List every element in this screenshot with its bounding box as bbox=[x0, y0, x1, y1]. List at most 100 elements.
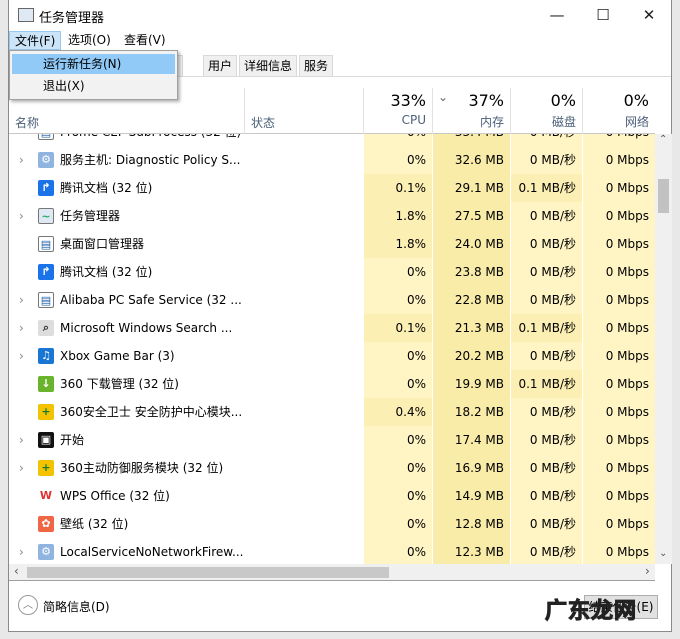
process-row[interactable]: › +360主动防御服务模块 (32 位) 0% 16.9 MB 0 MB/秒 0 Mbp… bbox=[9, 454, 655, 482]
tab-details[interactable]: 详细信息 bbox=[239, 55, 298, 77]
scroll-right-icon[interactable]: › bbox=[645, 564, 650, 578]
file-menu-dropdown: 运行新任务(N) 退出(X) bbox=[9, 50, 178, 100]
scroll-up-icon[interactable]: ⌃ bbox=[659, 134, 667, 145]
gear-icon: ⚙ bbox=[38, 544, 54, 560]
cpu-cell: 0% bbox=[363, 426, 432, 454]
cpu-cell: 1.8% bbox=[363, 202, 432, 230]
vertical-scroll-thumb[interactable] bbox=[658, 179, 669, 213]
process-row[interactable]: ✿ 壁纸 (32 位) 0% 12.8 MB 0 MB/秒 0 Mbps bbox=[9, 510, 655, 538]
fewer-details-link[interactable]: 简略信息(D) bbox=[43, 598, 110, 615]
expand-chevron-icon[interactable]: › bbox=[19, 342, 24, 370]
scroll-left-icon[interactable]: ‹ bbox=[14, 564, 19, 578]
process-row[interactable]: W WPS Office (32 位) 0% 14.9 MB 0 MB/秒 0 Mbps bbox=[9, 482, 655, 510]
process-row[interactable]: ↱ 腾讯文档 (32 位) 0.1% 29.1 MB 0.1 MB/秒 0 Mbps bbox=[9, 174, 655, 202]
vertical-scrollbar[interactable]: ⌃ ⌄ bbox=[655, 134, 672, 564]
cpu-label: CPU bbox=[401, 113, 426, 127]
taskmgr-icon: ~ bbox=[38, 208, 54, 224]
process-name: 360主动防御服务模块 (32 位) bbox=[60, 461, 224, 475]
net-cell: 0 Mbps bbox=[582, 370, 655, 398]
dl360-icon: ↓ bbox=[38, 376, 54, 392]
app-icon: ▤ bbox=[38, 236, 54, 252]
menu-view[interactable]: 查看(V) bbox=[119, 31, 171, 50]
status-cell bbox=[244, 482, 363, 510]
expand-chevron-icon[interactable]: › bbox=[19, 286, 24, 314]
mem-cell: 19.9 MB bbox=[432, 370, 510, 398]
scroll-down-icon[interactable]: ⌄ bbox=[659, 548, 667, 559]
task-manager-icon bbox=[18, 8, 34, 22]
menu-bar: 文件(F) 选项(O) 查看(V) bbox=[9, 30, 671, 50]
horizontal-scroll-thumb[interactable] bbox=[27, 567, 389, 578]
status-cell bbox=[244, 538, 363, 564]
search-icon: ⌕ bbox=[38, 320, 54, 336]
column-status[interactable]: 状态 bbox=[244, 88, 363, 134]
process-row[interactable]: › ▣ 开始 0% 17.4 MB 0 MB/秒 0 Mbps bbox=[9, 426, 655, 454]
process-row[interactable]: ↱ 腾讯文档 (32 位) 0% 23.8 MB 0 MB/秒 0 Mbps bbox=[9, 258, 655, 286]
process-name: 开始 bbox=[60, 433, 85, 447]
net-cell: 0 Mbps bbox=[582, 174, 655, 202]
status-cell bbox=[244, 314, 363, 342]
mem-cell: 17.4 MB bbox=[432, 426, 510, 454]
disk-cell: 0 MB/秒 bbox=[510, 482, 582, 510]
process-row[interactable]: ▤Prome CEF SubProcess (32 位)0%33.4 MB0 M… bbox=[9, 134, 655, 146]
menu-options[interactable]: 选项(O) bbox=[63, 31, 116, 50]
expand-chevron-icon[interactable]: › bbox=[19, 202, 24, 230]
status-cell bbox=[244, 342, 363, 370]
column-memory[interactable]: ⌄ 37% 内存 bbox=[432, 88, 510, 134]
tab-services[interactable]: 服务 bbox=[299, 55, 334, 77]
mem-cell: 14.9 MB bbox=[432, 482, 510, 510]
disk-cell: 0 MB/秒 bbox=[510, 146, 582, 174]
process-row[interactable]: › ~ 任务管理器 1.8% 27.5 MB 0 MB/秒 0 Mbps bbox=[9, 202, 655, 230]
disk-cell: 0 MB/秒 bbox=[510, 538, 582, 564]
wallpaper-icon: ✿ bbox=[38, 516, 54, 532]
process-row[interactable]: › ⚙ 服务主机: Diagnostic Policy S... 0% 32.6 MB 0… bbox=[9, 146, 655, 174]
mem-cell: 12.3 MB bbox=[432, 538, 510, 564]
minimize-button[interactable]: — bbox=[534, 0, 580, 30]
process-row[interactable]: ↓ 360 下载管理 (32 位) 0% 19.9 MB 0.1 MB/秒 0 Mbps bbox=[9, 370, 655, 398]
process-row[interactable]: › ⌕ Microsoft Windows Search ... 0.1% 21.3 M… bbox=[9, 314, 655, 342]
close-button[interactable]: ✕ bbox=[626, 0, 672, 30]
process-name-cell: › ⚙ 服务主机: Diagnostic Policy S... bbox=[9, 146, 244, 174]
tdoc-icon: ↱ bbox=[38, 264, 54, 280]
status-cell bbox=[244, 134, 363, 146]
mem-cell: 29.1 MB bbox=[432, 174, 510, 202]
collapse-icon[interactable]: ︿ bbox=[18, 595, 38, 615]
net-cell: 0 Mbps bbox=[582, 230, 655, 258]
process-row[interactable]: › ▤ Alibaba PC Safe Service (32 ... 0% 22.8 … bbox=[9, 286, 655, 314]
column-name[interactable]: 名称 bbox=[15, 114, 39, 131]
menu-item-exit[interactable]: 退出(X) bbox=[12, 76, 175, 96]
disk-cell: 0 MB/秒 bbox=[510, 510, 582, 538]
expand-chevron-icon[interactable]: › bbox=[19, 454, 24, 482]
process-name: 服务主机: Diagnostic Policy S... bbox=[60, 153, 241, 167]
tab-users[interactable]: 用户 bbox=[203, 55, 238, 77]
maximize-button[interactable]: ☐ bbox=[580, 0, 626, 30]
process-row[interactable]: › ♫ Xbox Game Bar (3) 0% 20.2 MB 0 MB/秒 0 Mbps bbox=[9, 342, 655, 370]
column-network[interactable]: 0% 网络 bbox=[582, 88, 655, 134]
mem-cell: 16.9 MB bbox=[432, 454, 510, 482]
disk-cell: 0 MB/秒 bbox=[510, 286, 582, 314]
process-name: 腾讯文档 (32 位) bbox=[60, 265, 153, 279]
process-row[interactable]: +360安全卫士 安全防护中心模块... 0.4% 18.2 MB 0 MB/秒 0 M… bbox=[9, 398, 655, 426]
menu-file[interactable]: 文件(F) bbox=[9, 31, 62, 50]
disk-cell: 0.1 MB/秒 bbox=[510, 370, 582, 398]
process-row[interactable]: ▤ 桌面窗口管理器 1.8% 24.0 MB 0 MB/秒 0 Mbps bbox=[9, 230, 655, 258]
horizontal-scrollbar[interactable]: ‹ › bbox=[9, 564, 655, 581]
net-cell: 0 Mbps bbox=[582, 482, 655, 510]
menu-item-run-new-task[interactable]: 运行新任务(N) bbox=[12, 54, 175, 74]
net-cell: 0 Mbps bbox=[582, 314, 655, 342]
status-cell bbox=[244, 286, 363, 314]
mem-cell: 22.8 MB bbox=[432, 286, 510, 314]
watermark: 广东龙网 bbox=[544, 599, 638, 625]
net-cell: 0 Mbps bbox=[582, 398, 655, 426]
column-cpu[interactable]: 33% CPU bbox=[363, 88, 432, 134]
status-cell bbox=[244, 202, 363, 230]
expand-chevron-icon[interactable]: › bbox=[19, 314, 24, 342]
cpu-cell: 0% bbox=[363, 342, 432, 370]
process-row[interactable]: › ⚙ LocalServiceNoNetworkFirew... 0% 12.3 MB… bbox=[9, 538, 655, 564]
expand-chevron-icon[interactable]: › bbox=[19, 538, 24, 564]
expand-chevron-icon[interactable]: › bbox=[19, 146, 24, 174]
process-name-cell: › ~ 任务管理器 bbox=[9, 202, 244, 230]
column-disk[interactable]: 0% 磁盘 bbox=[510, 88, 582, 134]
process-name: Xbox Game Bar (3) bbox=[60, 349, 175, 363]
app-icon: ▤ bbox=[38, 134, 54, 140]
expand-chevron-icon[interactable]: › bbox=[19, 426, 24, 454]
